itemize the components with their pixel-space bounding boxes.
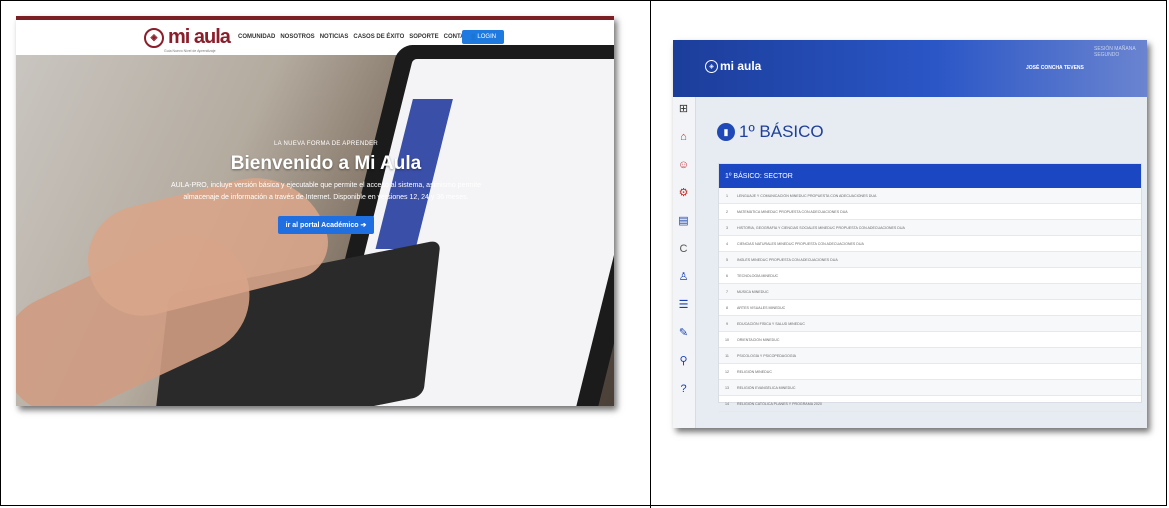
row-number: 6 (726, 273, 728, 278)
row-number: 8 (726, 305, 728, 310)
user-icon: 👤 (469, 34, 478, 41)
users-icon[interactable]: ☺ (677, 159, 690, 172)
row-number: 13 (725, 385, 729, 390)
row-number: 12 (725, 369, 729, 374)
row-subject[interactable]: ARTES VISUALES MINEDUC (735, 306, 1141, 310)
logo-subtitle: Guía Nuevo Nivel de Aprendizaje (164, 49, 216, 53)
network-icon[interactable]: ⊞ (677, 103, 690, 116)
main-nav: COMUNIDAD NOSOTROS NOTICIAS CASOS DE ÉXI… (238, 34, 477, 40)
app-logo[interactable]: ◈ mi aula (705, 59, 761, 73)
row-subject[interactable]: ORIENTACIÓN MINEDUC (735, 338, 1141, 342)
nav-item-soporte[interactable]: SOPORTE (409, 34, 438, 40)
brand-logo[interactable]: ◈ mi aula (144, 26, 231, 49)
book-icon: ▮ (717, 123, 735, 141)
nav-item-nosotros[interactable]: NOSOTROS (280, 34, 314, 40)
login-label: LOGIN (477, 34, 497, 40)
row-number: 14 (725, 401, 729, 406)
table-row[interactable]: 10 ORIENTACIÓN MINEDUC (719, 332, 1141, 348)
arrow-right-icon: ➔ (360, 222, 367, 229)
hero-text-block: LA NUEVA FORMA DE APRENDER Bienvenido a … (166, 141, 486, 234)
row-subject[interactable]: CIENCIAS NATURALES MINEDUC PROPUESTA CON… (735, 242, 1141, 246)
hero-section: LA NUEVA FORMA DE APRENDER Bienvenido a … (16, 45, 614, 406)
row-subject[interactable]: PSICOLOGÍA Y PSICOPEDAGOGÍA (735, 354, 1141, 358)
table-row[interactable]: 13 RELIGIÓN EVANGÉLICA MINEDUC (719, 380, 1141, 396)
login-button[interactable]: 👤 LOGIN (462, 30, 504, 44)
row-number: 3 (726, 225, 728, 230)
row-number: 1 (726, 193, 728, 198)
notes-icon[interactable]: ☰ (677, 299, 690, 312)
person-icon[interactable]: ♙ (677, 271, 690, 284)
refresh-icon[interactable]: C (677, 243, 690, 256)
row-subject[interactable]: EDUCACIÓN FÍSICA Y SALUD MINEDUC (735, 322, 1141, 326)
column-divider (650, 0, 651, 508)
row-subject[interactable]: LENGUAJE Y COMUNICACIÓN MINEDUC PROPUEST… (735, 194, 1141, 198)
row-number: 9 (726, 321, 728, 326)
row-subject[interactable]: MÚSICA MINEDUC (735, 290, 1141, 294)
table-row[interactable]: 2 MATEMÁTICA MINEDUC PROPUESTA CON ADECUA… (719, 204, 1141, 220)
logo-text: mi aula (168, 26, 231, 48)
row-number: 10 (725, 337, 729, 342)
app-screenshot: ◈ mi aula JOSÉ CONCHA TEVENS SESIÓN MAÑA… (673, 40, 1147, 428)
row-subject[interactable]: MATEMÁTICA MINEDUC PROPUESTA CON ADECUAC… (735, 210, 1141, 214)
row-subject[interactable]: RELIGIÓN EVANGÉLICA MINEDUC (735, 386, 1141, 390)
table-header: 1º BÁSICO: SECTOR (719, 164, 1141, 188)
table-row[interactable]: 1 LENGUAJE Y COMUNICACIÓN MINEDUC PROPUES… (719, 188, 1141, 204)
table-row[interactable]: 3 HISTORIA, GEOGRAFÍA Y CIENCIAS SOCIALES… (719, 220, 1141, 236)
app-sidebar: ⊞ ⌂ ☺ ⚙ ▤ C ♙ ☰ ✎ ⚲ ? (673, 97, 696, 428)
user-name[interactable]: JOSÉ CONCHA TEVENS (1026, 65, 1084, 71)
logo-mark-icon: ◈ (705, 59, 718, 73)
table-row[interactable]: 9 EDUCACIÓN FÍSICA Y SALUD MINEDUC (719, 316, 1141, 332)
help-icon[interactable]: ? (677, 383, 690, 396)
row-number: 5 (726, 257, 728, 262)
row-number: 4 (726, 241, 728, 246)
hero-description: AULA-PRO, incluye versión básica y ejecu… (170, 182, 482, 201)
session-label: SESIÓN MAÑANA SEGUNDO (1094, 46, 1136, 58)
hero-kicker: LA NUEVA FORMA DE APRENDER (273, 141, 379, 147)
table-row[interactable]: 12 RELIGIÓN MINEDUC (719, 364, 1141, 380)
edit-icon[interactable]: ✎ (677, 327, 690, 340)
table-row[interactable]: 4 CIENCIAS NATURALES MINEDUC PROPUESTA CO… (719, 236, 1141, 252)
row-subject[interactable]: INGLÉS MINEDUC PROPUESTA CON ADECUACIONE… (735, 258, 1141, 262)
portal-button[interactable]: ir al portal Académico ➔ (277, 216, 375, 234)
table-row[interactable]: 14 RELIGIÓN CATÓLICA PLANES Y PROGRAMA 20… (719, 396, 1141, 412)
app-logo-text: mi aula (720, 59, 762, 73)
logo-mark-icon: ◈ (144, 27, 164, 48)
row-number: 11 (725, 353, 729, 358)
document-icon[interactable]: ▤ (677, 215, 690, 228)
landing-screenshot: ◈ mi aula Guía Nuevo Nivel de Aprendizaj… (16, 16, 614, 406)
table-row[interactable]: 6 TECNOLOGÍA MINEDUC (719, 268, 1141, 284)
nav-item-comunidad[interactable]: COMUNIDAD (238, 34, 275, 40)
table-row[interactable]: 5 INGLÉS MINEDUC PROPUESTA CON ADECUACION… (719, 252, 1141, 268)
row-subject[interactable]: RELIGIÓN MINEDUC (735, 370, 1141, 374)
table-row[interactable]: 7 MÚSICA MINEDUC (719, 284, 1141, 300)
table-row[interactable]: 11 PSICOLOGÍA Y PSICOPEDAGOGÍA (719, 348, 1141, 364)
portal-button-label: ir al portal Académico (285, 222, 359, 229)
nav-item-casos-de-exito[interactable]: CASOS DE ÉXITO (353, 34, 404, 40)
settings-icon[interactable]: ⚙ (677, 187, 690, 200)
row-subject[interactable]: TECNOLOGÍA MINEDUC (735, 274, 1141, 278)
table-row[interactable]: 8 ARTES VISUALES MINEDUC (719, 300, 1141, 316)
row-number: 2 (726, 209, 728, 214)
row-subject[interactable]: HISTORIA, GEOGRAFÍA Y CIENCIAS SOCIALES … (735, 226, 1141, 230)
app-header: ◈ mi aula JOSÉ CONCHA TEVENS SESIÓN MAÑA… (673, 40, 1147, 97)
sector-table: 1º BÁSICO: SECTOR 1 LENGUAJE Y COMUNICACI… (718, 163, 1142, 412)
hero-title: Bienvenido a Mi Aula (230, 153, 422, 174)
page-title-block: ▮ 1º BÁSICO (717, 122, 824, 142)
school-icon[interactable]: ⌂ (677, 131, 690, 144)
row-number: 7 (726, 289, 728, 294)
row-subject[interactable]: RELIGIÓN CATÓLICA PLANES Y PROGRAMA 2020 (735, 402, 1141, 406)
page-title: 1º BÁSICO (739, 122, 824, 141)
nav-item-noticias[interactable]: NOTICIAS (320, 34, 349, 40)
search-icon[interactable]: ⚲ (677, 355, 690, 368)
